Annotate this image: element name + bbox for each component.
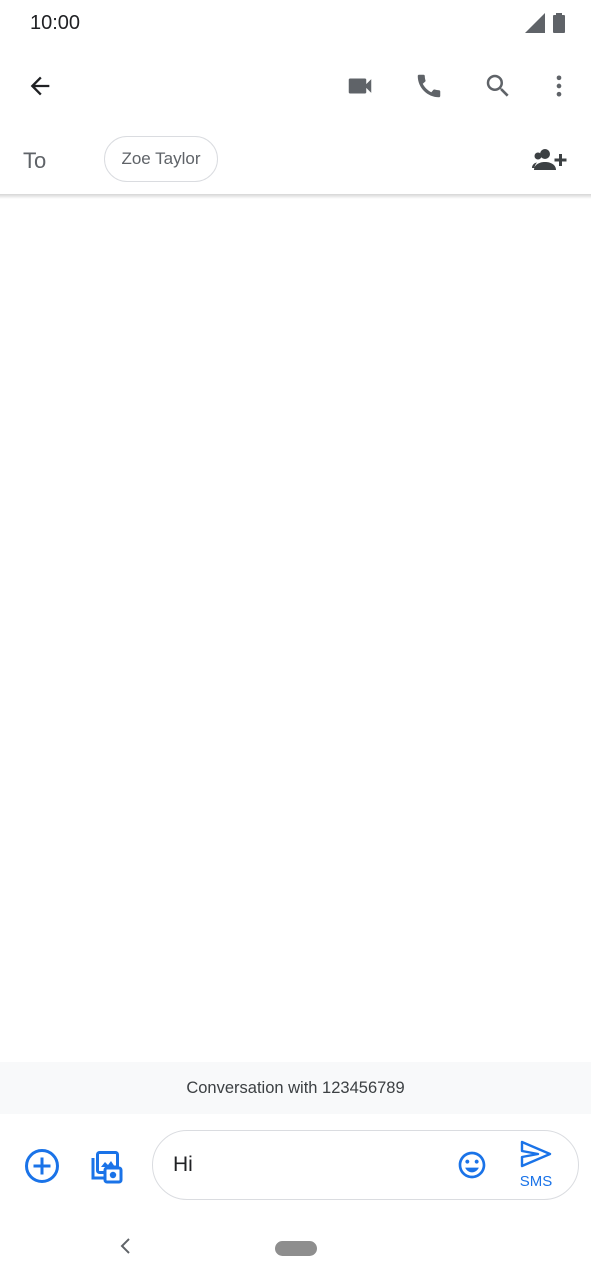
signal-icon (525, 13, 545, 33)
status-icons (525, 13, 565, 33)
send-icon (520, 1140, 552, 1168)
search-icon (486, 74, 509, 97)
back-arrow-icon (30, 76, 50, 96)
app-bar (0, 52, 591, 120)
attach-button[interactable] (18, 1142, 66, 1190)
add-person-icon (532, 149, 567, 170)
message-text[interactable]: Hi (173, 1153, 193, 1177)
compose-row: Hi SMS (0, 1114, 591, 1224)
chevron-left-icon (120, 1238, 130, 1254)
video-call-button[interactable] (336, 62, 384, 110)
nav-back-button[interactable] (116, 1234, 136, 1265)
recipient-row: To Zoe Taylor (0, 126, 591, 196)
video-call-icon (348, 78, 372, 94)
emoji-icon (458, 1151, 486, 1179)
search-button[interactable] (474, 62, 522, 110)
send-sms-label: SMS (519, 1173, 553, 1190)
status-time: 10:00 (30, 12, 81, 34)
phone-icon (417, 74, 441, 98)
conversation-area (0, 199, 591, 1061)
battery-icon (553, 13, 565, 33)
gallery-camera-button[interactable] (81, 1142, 129, 1190)
phone-call-button[interactable] (405, 62, 453, 110)
emoji-button[interactable] (450, 1143, 494, 1187)
add-recipient-button[interactable] (526, 136, 574, 184)
more-vert-icon (556, 75, 562, 97)
nav-home-pill[interactable] (275, 1241, 317, 1256)
conversation-banner: Conversation with 123456789 (0, 1062, 591, 1114)
more-options-button[interactable] (535, 62, 583, 110)
gallery-camera-icon (91, 1151, 123, 1184)
to-label: To (23, 148, 47, 173)
system-nav-bar (0, 1224, 591, 1282)
back-button[interactable] (16, 62, 64, 110)
recipient-chip[interactable]: Zoe Taylor (104, 136, 218, 182)
send-sms-button[interactable]: SMS (514, 1139, 558, 1195)
message-input[interactable]: Hi SMS (152, 1130, 579, 1200)
status-bar: 10:00 (0, 0, 591, 46)
add-circle-icon (25, 1149, 59, 1183)
